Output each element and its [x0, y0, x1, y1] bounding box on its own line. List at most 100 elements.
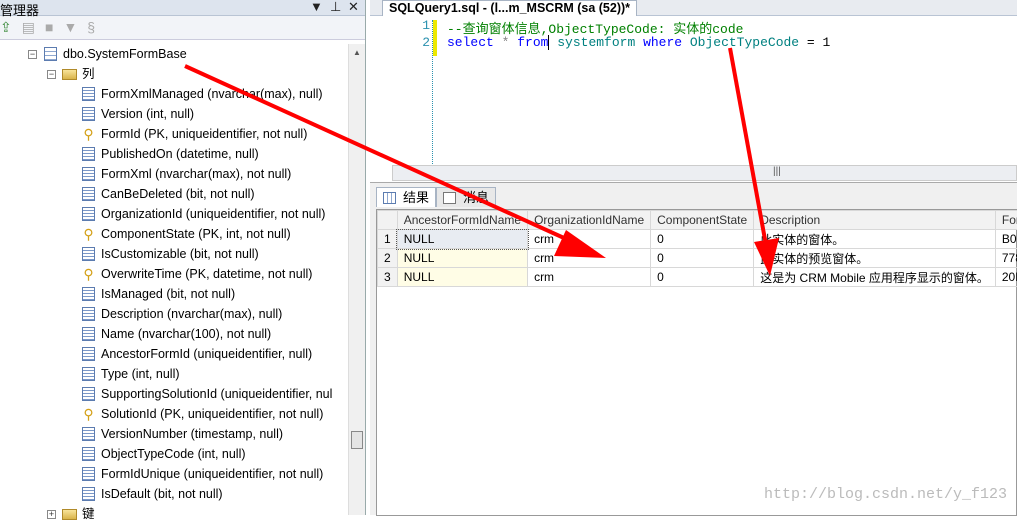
- tree-node-column[interactable]: ⚲SolutionId (PK, uniqueidentifier, not n…: [0, 404, 348, 424]
- column-icon: [82, 207, 95, 221]
- object-explorer-header: 管理器 ▼ ⊥ ✕: [0, 0, 365, 16]
- tree-node-column[interactable]: Name (nvarchar(100), not null): [0, 324, 348, 344]
- tree-node-column[interactable]: AncestorFormId (uniqueidentifier, null): [0, 344, 348, 364]
- table-cell[interactable]: crm: [528, 230, 651, 249]
- sql-editor[interactable]: 1 --查询窗体信息,ObjectTypeCode: 实体的code 2 sel…: [370, 16, 1017, 164]
- tree-node-column[interactable]: Type (int, null): [0, 364, 348, 384]
- tab-messages[interactable]: 消息: [436, 187, 496, 207]
- table-cell[interactable]: 此实体的窗体。: [754, 230, 996, 249]
- tree-label: OrganizationId (uniqueidentifier, not nu…: [101, 204, 325, 224]
- grid-header-row: AncestorFormIdName OrganizationIdName Co…: [378, 211, 1017, 230]
- header-organizationidname[interactable]: OrganizationIdName: [528, 211, 651, 230]
- column-icon: [82, 87, 95, 101]
- header-componentstate[interactable]: ComponentState: [651, 211, 754, 230]
- table-row[interactable]: 1NULLcrm0此实体的窗体。B053A: [378, 230, 1017, 249]
- table-cell[interactable]: crm: [528, 249, 651, 268]
- filter-icon[interactable]: ▼: [63, 19, 77, 39]
- tree-label: Description (nvarchar(max), null): [101, 304, 282, 324]
- tree-node-column[interactable]: FormXmlManaged (nvarchar(max), null): [0, 84, 348, 104]
- table-row[interactable]: 3NULLcrm0这是为 CRM Mobile 应用程序显示的窗体。20EC3: [378, 268, 1017, 287]
- header-formid[interactable]: FormId: [995, 211, 1017, 230]
- tree-label: CanBeDeleted (bit, not null): [101, 184, 255, 204]
- tree-node-column[interactable]: OrganizationId (uniqueidentifier, not nu…: [0, 204, 348, 224]
- table-cell[interactable]: 这是为 CRM Mobile 应用程序显示的窗体。: [754, 268, 996, 287]
- tree-label: OverwriteTime (PK, datetime, not null): [101, 264, 312, 284]
- tree-node-column[interactable]: IsCustomizable (bit, not null): [0, 244, 348, 264]
- change-marker: [433, 20, 437, 56]
- explorer-toolbar: ⇪ ▤ ■ ▼ §: [0, 16, 365, 40]
- table-cell[interactable]: NULL: [397, 268, 527, 287]
- connect-icon[interactable]: ⇪: [0, 19, 12, 39]
- tree-label: 列: [82, 64, 95, 84]
- tree-node-column[interactable]: ⚲FormId (PK, uniqueidentifier, not null): [0, 124, 348, 144]
- table-cell[interactable]: NULL: [397, 249, 527, 268]
- column-icon: [82, 327, 95, 341]
- tree-label: 键: [82, 504, 95, 524]
- disconnect-icon[interactable]: ▤: [22, 19, 35, 39]
- tree-node-column[interactable]: VersionNumber (timestamp, null): [0, 424, 348, 444]
- tab-results[interactable]: 结果: [376, 187, 436, 207]
- tree-label: FormId (PK, uniqueidentifier, not null): [101, 124, 307, 144]
- tab-label: 结果: [403, 190, 429, 205]
- tree-label: IsCustomizable (bit, not null): [101, 244, 259, 264]
- tree-node-column[interactable]: Version (int, null): [0, 104, 348, 124]
- table-cell[interactable]: 2: [378, 249, 398, 268]
- results-grid[interactable]: AncestorFormIdName OrganizationIdName Co…: [376, 209, 1017, 516]
- tree-node-column[interactable]: IsManaged (bit, not null): [0, 284, 348, 304]
- tree-node-column[interactable]: ⚲ComponentState (PK, int, not null): [0, 224, 348, 244]
- refresh-icon[interactable]: §: [87, 19, 95, 39]
- table-icon: [44, 47, 57, 61]
- dropdown-icon[interactable]: ▼: [310, 0, 323, 14]
- table-cell[interactable]: 3: [378, 268, 398, 287]
- stop-icon[interactable]: ■: [45, 19, 53, 39]
- tree-label: FormIdUnique (uniqueidentifier, not null…: [101, 464, 323, 484]
- collapse-icon[interactable]: −: [28, 50, 37, 59]
- tree-node-column[interactable]: SupportingSolutionId (uniqueidentifier, …: [0, 384, 348, 404]
- tree-node-column[interactable]: FormXml (nvarchar(max), not null): [0, 164, 348, 184]
- tree-node-column[interactable]: CanBeDeleted (bit, not null): [0, 184, 348, 204]
- line-number: 1: [410, 18, 430, 33]
- table-cell[interactable]: 1: [378, 230, 398, 249]
- table-cell[interactable]: 此实体的预览窗体。: [754, 249, 996, 268]
- query-area: SQLQuery1.sql - (l...m_MSCRM (sa (52))* …: [370, 0, 1017, 515]
- table-cell[interactable]: 0: [651, 249, 754, 268]
- tree-node-keys[interactable]: +键: [0, 504, 348, 524]
- tree-node-columns[interactable]: − 列: [0, 64, 348, 84]
- tree-label: Name (nvarchar(100), not null): [101, 324, 271, 344]
- kw: from: [517, 35, 549, 50]
- collapse-icon[interactable]: −: [47, 70, 56, 79]
- tree-label: ComponentState (PK, int, not null): [101, 224, 291, 244]
- code-line-2: select * from systemform where ObjectTyp…: [447, 35, 830, 50]
- tab-sqlquery1[interactable]: SQLQuery1.sql - (l...m_MSCRM (sa (52))*: [382, 0, 637, 16]
- vertical-scrollbar[interactable]: ▲: [348, 44, 365, 515]
- tree-node-column[interactable]: Description (nvarchar(max), null): [0, 304, 348, 324]
- tree-label: dbo.SystemFormBase: [63, 44, 187, 64]
- tree-node-column[interactable]: PublishedOn (datetime, null): [0, 144, 348, 164]
- tree-node-column[interactable]: IsDefault (bit, not null): [0, 484, 348, 504]
- table-cell[interactable]: B053A: [995, 230, 1017, 249]
- panel-title: 管理器: [0, 3, 39, 18]
- column-icon: [82, 147, 95, 161]
- tree-node-column[interactable]: ObjectTypeCode (int, null): [0, 444, 348, 464]
- horizontal-scrollbar[interactable]: |||: [392, 165, 1017, 181]
- table-cell[interactable]: 7782F2: [995, 249, 1017, 268]
- column-icon: [82, 367, 95, 381]
- table-cell[interactable]: 20EC3: [995, 268, 1017, 287]
- table-cell[interactable]: crm: [528, 268, 651, 287]
- pin-icon[interactable]: ⊥: [330, 0, 341, 15]
- column-icon: [82, 487, 95, 501]
- close-icon[interactable]: ✕: [348, 0, 359, 15]
- tree-node-column[interactable]: ⚲OverwriteTime (PK, datetime, not null): [0, 264, 348, 284]
- tree-label: IsManaged (bit, not null): [101, 284, 235, 304]
- tree-node-table[interactable]: − dbo.SystemFormBase: [0, 44, 348, 64]
- table-cell[interactable]: 0: [651, 268, 754, 287]
- object-explorer-panel: 管理器 ▼ ⊥ ✕ ⇪ ▤ ■ ▼ § − dbo.SystemFormBase…: [0, 0, 366, 515]
- header-ancestorformidname[interactable]: AncestorFormIdName: [397, 211, 527, 230]
- header-description[interactable]: Description: [754, 211, 996, 230]
- scroll-thumb[interactable]: [351, 431, 363, 449]
- table-row[interactable]: 2NULLcrm0此实体的预览窗体。7782F2: [378, 249, 1017, 268]
- tree-node-column[interactable]: FormIdUnique (uniqueidentifier, not null…: [0, 464, 348, 484]
- key-icon: ⚲: [82, 407, 95, 421]
- table-cell[interactable]: NULL: [397, 230, 527, 249]
- table-cell[interactable]: 0: [651, 230, 754, 249]
